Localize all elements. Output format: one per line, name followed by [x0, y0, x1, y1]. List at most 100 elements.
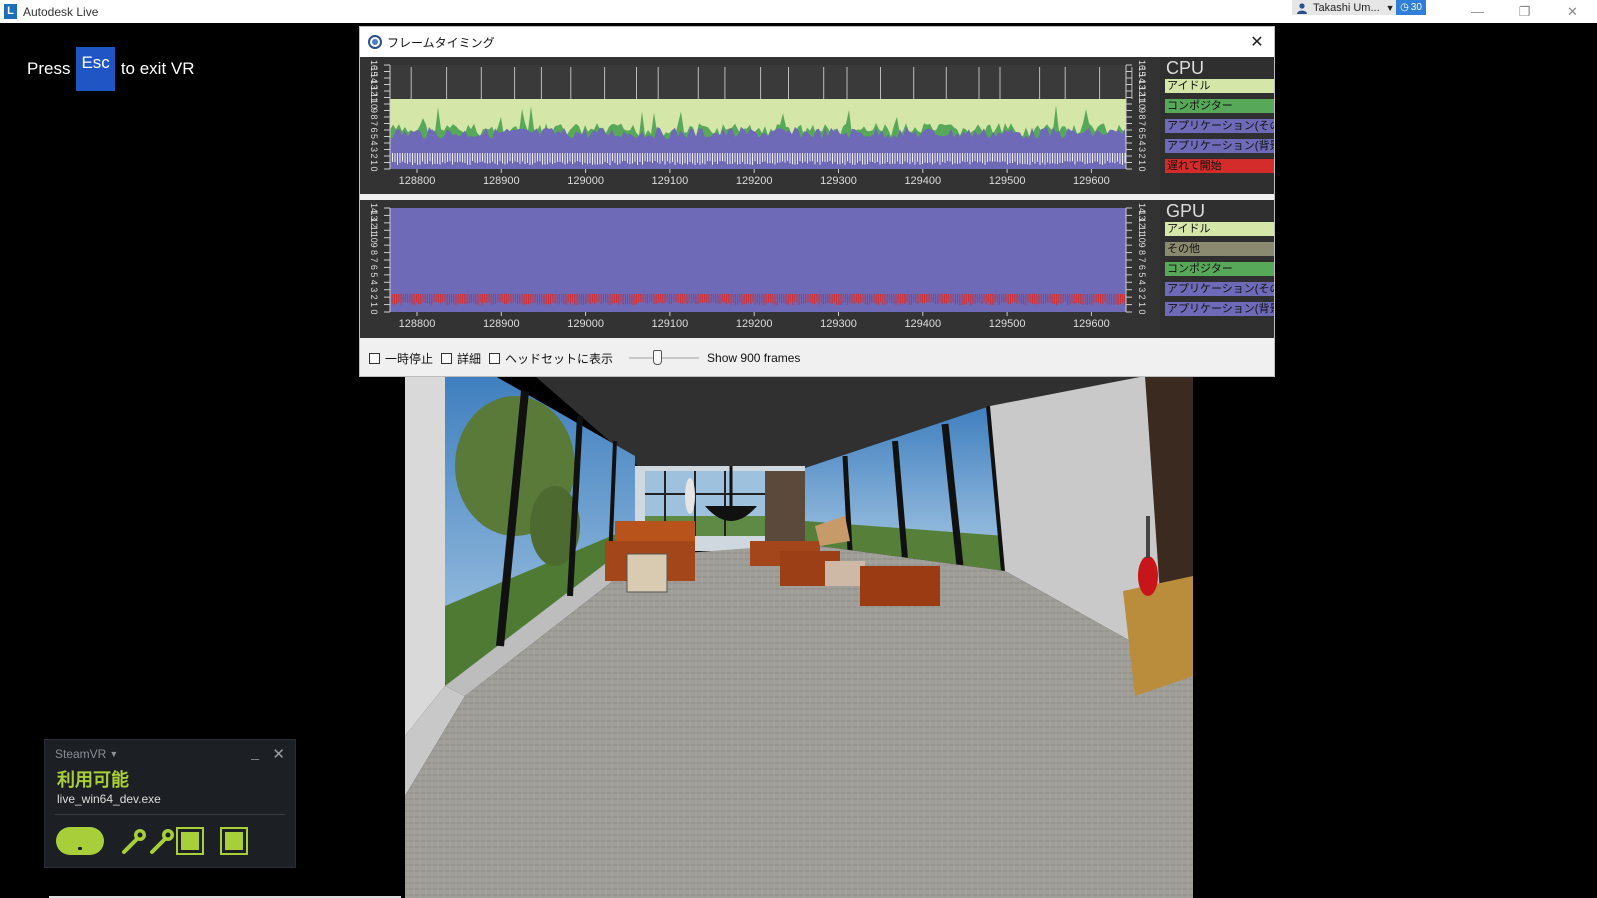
gpu-frame-graph: 14 1413 1312 1211 1110 109 98 87 76 65 54 43 32 21 10 0…: [369, 203, 1147, 330]
base-station-2-icon[interactable]: [220, 827, 248, 855]
cpu-legend-app-background: アプリケーション(背景): [1165, 139, 1274, 153]
notification-count: 30: [1410, 2, 1422, 13]
frame-timing-controls: 一時停止 詳細 ヘッドセットに表示 Show 900 frames: [360, 340, 1274, 376]
show-in-headset-checkbox[interactable]: ヘッドセットに表示: [489, 350, 613, 367]
cpu-y-label-left: 7: [369, 121, 379, 126]
show-in-headset-label: ヘッドセットに表示: [505, 351, 614, 366]
detail-checkbox[interactable]: 詳細: [441, 350, 481, 367]
gpu-y-label-left: 9: [369, 243, 379, 248]
cpu-legend-compositor: コンポジター: [1165, 99, 1274, 113]
clock-icon: ◷: [1400, 2, 1409, 13]
gpu-x-label: 129300: [820, 318, 857, 330]
frame-timing-title: フレームタイミング: [387, 35, 495, 50]
exit-vr-prefix: Press: [27, 59, 71, 78]
steamvr-app-icon: [368, 35, 382, 49]
steamvr-running-app: live_win64_dev.exe: [57, 792, 161, 806]
caret-down-icon[interactable]: ▼: [109, 749, 118, 759]
frame-count-label: Show 900 frames: [707, 351, 801, 365]
cpu-y-label-right: 2: [1137, 153, 1147, 158]
gpu-y-label-left: 7: [369, 257, 379, 262]
gpu-legend-other: その他: [1165, 242, 1274, 256]
controller-right-icon[interactable]: [148, 827, 176, 855]
vr-scene-view[interactable]: [405, 376, 1193, 898]
steamvr-minimize-button[interactable]: _: [251, 744, 259, 760]
cpu-x-label: 128800: [399, 175, 436, 187]
cpu-legend-late-start: 遅れて開始: [1165, 159, 1274, 173]
steamvr-header: SteamVR ▼ _ ✕: [45, 740, 295, 768]
gpu-x-label: 129200: [736, 318, 773, 330]
cpu-x-label: 129600: [1073, 175, 1110, 187]
gpu-x-label: 129100: [652, 318, 689, 330]
gpu-legend-app-background: アプリケーション(背景): [1165, 302, 1274, 316]
show-in-headset-checkbox-box[interactable]: [489, 352, 501, 364]
cpu-x-label: 129300: [820, 175, 857, 187]
cpu-graph-panel: 16 16 15 15 14 14 13 13 12 12 11 11 10 10 9 9 8 8 7 7 6 6 5 5 4 4…: [360, 57, 1274, 194]
steamvr-menu-button[interactable]: SteamVR: [55, 747, 106, 761]
gpu-legend-compositor: コンポジター: [1165, 262, 1274, 276]
pause-checkbox[interactable]: 一時停止: [369, 350, 433, 367]
restore-button[interactable]: ❐: [1502, 0, 1547, 23]
user-name: Takashi Um...: [1313, 1, 1380, 14]
cpu-y-label-left: 3: [369, 147, 379, 152]
pause-checkbox-box[interactable]: [369, 352, 380, 364]
frame-timing-window: フレームタイミング ✕ 16 16 15 15 14 14 13 13 12 12 11 11 10 10…: [359, 26, 1275, 377]
gpu-graph-panel: 14 14 13 13 12 12 11 11 10 10 9 9 8 8 7 7 6 6 5 5 4 4 3 3 2 2 1 1 0 0…: [360, 200, 1274, 338]
cpu-x-label: 129000: [567, 175, 604, 187]
detail-checkbox-box[interactable]: [441, 352, 453, 364]
gpu-legend: GPU アイドル その他 コンポジター アプリケーション(その他) アプリケーシ…: [1160, 200, 1274, 338]
cpu-x-label: 129200: [736, 175, 773, 187]
gpu-x-label: 128800: [399, 318, 436, 330]
cpu-y-label-right: 5: [1137, 134, 1147, 139]
headset-icon[interactable]: [56, 827, 104, 855]
steamvr-device-icons: [45, 815, 295, 867]
cpu-x-label: 129100: [652, 175, 689, 187]
cpu-x-label: 129400: [904, 175, 941, 187]
cpu-y-label-right: 3: [1137, 147, 1147, 152]
cpu-frame-graph: 16 1615 1514 1413 1312 1211 1110 109 98 87 76 65 54 4…: [369, 60, 1147, 187]
gpu-y-label-right: 5: [1137, 272, 1147, 277]
gpu-y-label-right: 8: [1137, 250, 1147, 255]
cpu-y-label-right: 7: [1137, 121, 1147, 126]
cpu-x-label: 128900: [483, 175, 520, 187]
cpu-legend-idle: アイドル: [1165, 79, 1274, 93]
esc-key: Esc: [76, 47, 115, 91]
base-station-1-icon[interactable]: [176, 827, 204, 855]
autodesk-live-logo-icon: L: [4, 4, 17, 19]
steamvr-status: 利用可能: [57, 770, 129, 790]
gpu-y-label-right: 0: [1137, 309, 1147, 314]
gpu-y-label-left: 4: [369, 280, 379, 285]
gpu-y-label-right: 2: [1137, 295, 1147, 300]
app-titlebar: L Autodesk Live Takashi Um... ▼ ◷ 30 — ❐…: [0, 0, 1597, 23]
close-button[interactable]: ✕: [1550, 0, 1595, 23]
cpu-y-label-left: 6: [369, 127, 379, 132]
cpu-y-label-left: 2: [369, 153, 379, 158]
cpu-y-label-left: 8: [369, 114, 379, 119]
gpu-legend-idle: アイドル: [1165, 222, 1274, 236]
cpu-legend-app-other: アプリケーション(その他): [1165, 119, 1274, 133]
gpu-y-label-left: 10: [369, 233, 379, 243]
user-menu[interactable]: Takashi Um... ▼: [1292, 0, 1399, 15]
cpu-y-label-left: 0: [369, 166, 379, 171]
frame-timing-close-button[interactable]: ✕: [1246, 31, 1268, 53]
scene-illustration: [405, 376, 1193, 898]
slider-thumb[interactable]: [653, 350, 663, 365]
gpu-x-label: 129500: [989, 318, 1026, 330]
frame-count-slider[interactable]: [629, 350, 700, 366]
gpu-y-label-left: 8: [369, 250, 379, 255]
notification-badge[interactable]: ◷ 30: [1396, 0, 1426, 15]
gpu-x-label: 128900: [483, 318, 520, 330]
cpu-x-label: 129500: [989, 175, 1026, 187]
steamvr-close-button[interactable]: ✕: [272, 745, 285, 763]
slider-track[interactable]: [629, 357, 700, 359]
minimize-button[interactable]: —: [1455, 0, 1500, 23]
cpu-y-label-left: 5: [369, 134, 379, 139]
controller-left-icon[interactable]: [120, 827, 148, 855]
cpu-y-label-right: 8: [1137, 114, 1147, 119]
cpu-y-label-left: 9: [369, 108, 379, 113]
gpu-y-label-right: 1: [1137, 302, 1147, 307]
cpu-legend: CPU アイドル コンポジター アプリケーション(その他) アプリケーション(背…: [1160, 57, 1274, 194]
gpu-y-label-left: 0: [369, 309, 379, 314]
cpu-y-label-right: 4: [1137, 140, 1147, 145]
user-icon: [1297, 2, 1307, 14]
gpu-x-label: 129400: [904, 318, 941, 330]
